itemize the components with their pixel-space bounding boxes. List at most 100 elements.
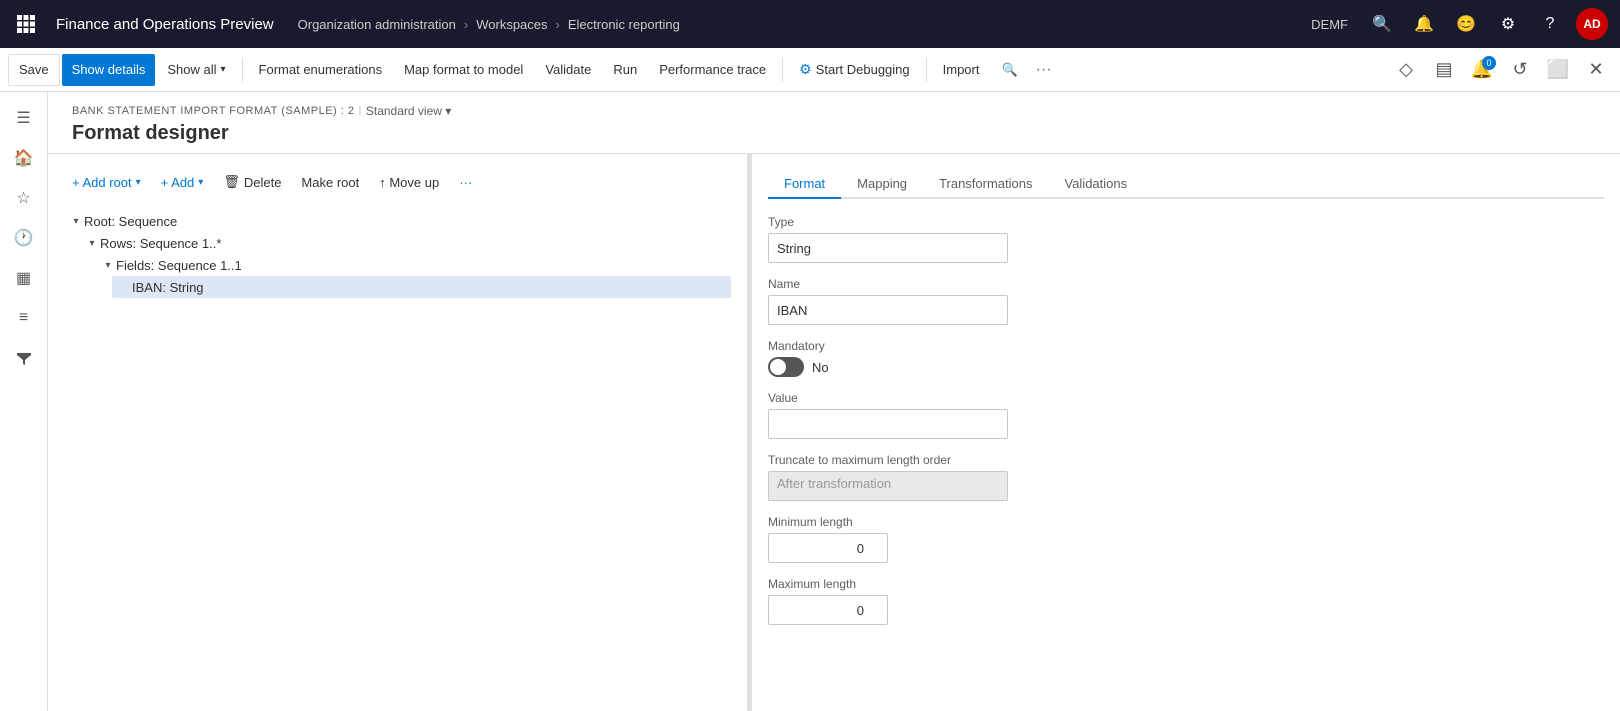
delete-button[interactable]: 🗑 Delete [215, 170, 289, 194]
tree-toolbar: + Add root ▾ + Add ▾ 🗑 Delete Make root [64, 170, 731, 194]
min-length-label: Minimum length [768, 515, 1604, 529]
expand-iban-icon [116, 279, 132, 295]
search-icon-btn[interactable]: 🔍 [1366, 8, 1398, 40]
tree-node-root-label: Root: Sequence [84, 214, 177, 229]
tree-view: ▾ Root: Sequence ▾ Rows: Sequence 1..* ▾… [64, 210, 731, 298]
name-label: Name [768, 277, 1604, 291]
import-button[interactable]: Import [933, 54, 990, 86]
diamond-icon[interactable]: ◇ [1390, 54, 1422, 86]
breadcrumb: BANK STATEMENT IMPORT FORMAT (SAMPLE) : … [72, 104, 1596, 118]
toolbar: Save Show details Show all ▾ Format enum… [0, 48, 1620, 92]
truncate-label: Truncate to maximum length order [768, 453, 1604, 467]
nav-item-1[interactable]: Organization administration [298, 17, 456, 32]
sidebar-menu-icon[interactable]: ☰ [6, 100, 42, 136]
notification-badge-btn[interactable]: 🔔 0 [1466, 54, 1498, 86]
tree-node-root[interactable]: ▾ Root: Sequence [64, 210, 731, 232]
view-chevron-icon: ▾ [445, 104, 451, 118]
tab-mapping[interactable]: Mapping [841, 170, 923, 199]
title-bar: Finance and Operations Preview Organizat… [0, 0, 1620, 48]
show-all-button[interactable]: Show all ▾ [157, 54, 235, 86]
env-label: DEMF [1311, 17, 1348, 32]
feedback-icon-btn[interactable]: 😊 [1450, 8, 1482, 40]
left-sidebar: ☰ 🏠 ☆ 🕐 ▦ ≡ [0, 92, 48, 711]
toolbar-sep-1 [242, 58, 243, 82]
max-length-field-group: Maximum length [768, 577, 1604, 625]
tree-node-iban[interactable]: IBAN: String [112, 276, 731, 298]
move-up-button[interactable]: ↑ Move up [371, 171, 447, 194]
tree-node-fields-label: Fields: Sequence 1..1 [116, 258, 242, 273]
mandatory-label: Mandatory [768, 339, 1604, 353]
truncate-placeholder: After transformation [777, 476, 891, 491]
nav-item-3[interactable]: Electronic reporting [568, 17, 680, 32]
tree-node-fields[interactable]: ▾ Fields: Sequence 1..1 [96, 254, 731, 276]
app-name: Finance and Operations Preview [56, 16, 274, 33]
user-avatar[interactable]: AD [1576, 8, 1608, 40]
refresh-icon[interactable]: ↺ [1504, 54, 1536, 86]
toolbar-search-button[interactable]: 🔍 [991, 54, 1027, 86]
run-button[interactable]: Run [603, 54, 647, 86]
sidebar-filter-icon[interactable] [6, 340, 42, 376]
tree-node-iban-label: IBAN: String [132, 280, 204, 295]
grid-icon[interactable] [12, 10, 40, 38]
value-label: Value [768, 391, 1604, 405]
save-button[interactable]: Save [8, 54, 60, 86]
sidebar-recent-icon[interactable]: 🕐 [6, 220, 42, 256]
settings-icon-btn[interactable]: ⚙ [1492, 8, 1524, 40]
mandatory-toggle[interactable] [768, 357, 804, 377]
mandatory-toggle-label: No [812, 360, 829, 375]
show-details-button[interactable]: Show details [62, 54, 156, 86]
help-icon-btn[interactable]: ? [1534, 8, 1566, 40]
sidebar-toggle-icon[interactable]: ▤ [1428, 54, 1460, 86]
type-label: Type [768, 215, 1604, 229]
validate-button[interactable]: Validate [535, 54, 601, 86]
tab-transformations[interactable]: Transformations [923, 170, 1048, 199]
performance-trace-button[interactable]: Performance trace [649, 54, 776, 86]
sidebar-workspaces-icon[interactable]: ▦ [6, 260, 42, 296]
start-debugging-button[interactable]: ⚙ Start Debugging [789, 54, 920, 86]
truncate-input: After transformation [768, 471, 1008, 501]
make-root-button[interactable]: Make root [293, 171, 367, 194]
breadcrumb-sep: | [359, 105, 362, 117]
toolbar-more-button[interactable]: ··· [1030, 56, 1058, 84]
nav-item-2[interactable]: Workspaces [476, 17, 547, 32]
name-field-group: Name [768, 277, 1604, 325]
type-input[interactable] [768, 233, 1008, 263]
breadcrumb-label: BANK STATEMENT IMPORT FORMAT (SAMPLE) : … [72, 105, 355, 117]
nav-sep-1: › [464, 17, 468, 32]
sidebar-modules-icon[interactable]: ≡ [6, 300, 42, 336]
expand-rows-icon: ▾ [84, 235, 100, 251]
map-format-to-model-button[interactable]: Map format to model [394, 54, 533, 86]
truncate-field-group: Truncate to maximum length order After t… [768, 453, 1604, 501]
expand-root-icon: ▾ [68, 213, 84, 229]
mandatory-toggle-row: No [768, 357, 1604, 377]
format-enumerations-button[interactable]: Format enumerations [249, 54, 393, 86]
tab-validations[interactable]: Validations [1048, 170, 1143, 199]
toolbar-sep-3 [926, 58, 927, 82]
view-selector[interactable]: Standard view ▾ [366, 104, 451, 118]
expand-icon[interactable]: ⬜ [1542, 54, 1574, 86]
add-chevron-icon: ▾ [198, 177, 203, 188]
breadcrumb-nav: Organization administration › Workspaces… [298, 17, 1312, 32]
add-root-chevron-icon: ▾ [136, 177, 141, 188]
type-field-group: Type [768, 215, 1604, 263]
tree-node-rows[interactable]: ▾ Rows: Sequence 1..* [80, 232, 731, 254]
tree-more-button[interactable]: ··· [451, 171, 480, 194]
notification-icon-btn[interactable]: 🔔 [1408, 8, 1440, 40]
add-button[interactable]: + Add ▾ [153, 171, 212, 194]
value-input[interactable] [768, 409, 1008, 439]
name-input[interactable] [768, 295, 1008, 325]
page-header: BANK STATEMENT IMPORT FORMAT (SAMPLE) : … [48, 92, 1620, 154]
max-length-input[interactable] [768, 595, 888, 625]
add-root-button[interactable]: + Add root ▾ [64, 171, 149, 194]
sidebar-favorites-icon[interactable]: ☆ [6, 180, 42, 216]
main-content: BANK STATEMENT IMPORT FORMAT (SAMPLE) : … [48, 92, 1620, 711]
delete-icon: 🗑 [223, 174, 240, 190]
close-icon[interactable]: ✕ [1580, 54, 1612, 86]
sidebar-home-icon[interactable]: 🏠 [6, 140, 42, 176]
min-length-input[interactable] [768, 533, 888, 563]
app-layout: ☰ 🏠 ☆ 🕐 ▦ ≡ BANK STATEMENT IMPORT FORMAT… [0, 92, 1620, 711]
max-length-label: Maximum length [768, 577, 1604, 591]
debug-icon: ⚙ [799, 61, 812, 78]
tab-format[interactable]: Format [768, 170, 841, 199]
tree-pane: + Add root ▾ + Add ▾ 🗑 Delete Make root [48, 154, 748, 711]
